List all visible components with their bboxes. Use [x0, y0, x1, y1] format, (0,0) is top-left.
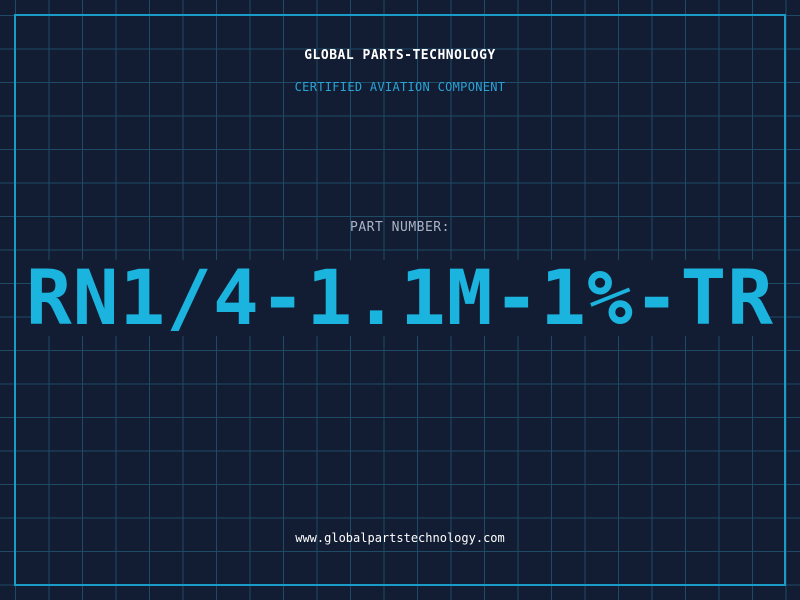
website-url: www.globalpartstechnology.com: [295, 531, 505, 545]
tagline: CERTIFIED AVIATION COMPONENT: [294, 80, 506, 94]
part-number-value: RN1/4-1.1M-1%-TR: [25, 253, 775, 342]
brand-name: GLOBAL PARTS-TECHNOLOGY: [304, 48, 496, 63]
part-number-label: PART NUMBER:: [350, 220, 450, 235]
